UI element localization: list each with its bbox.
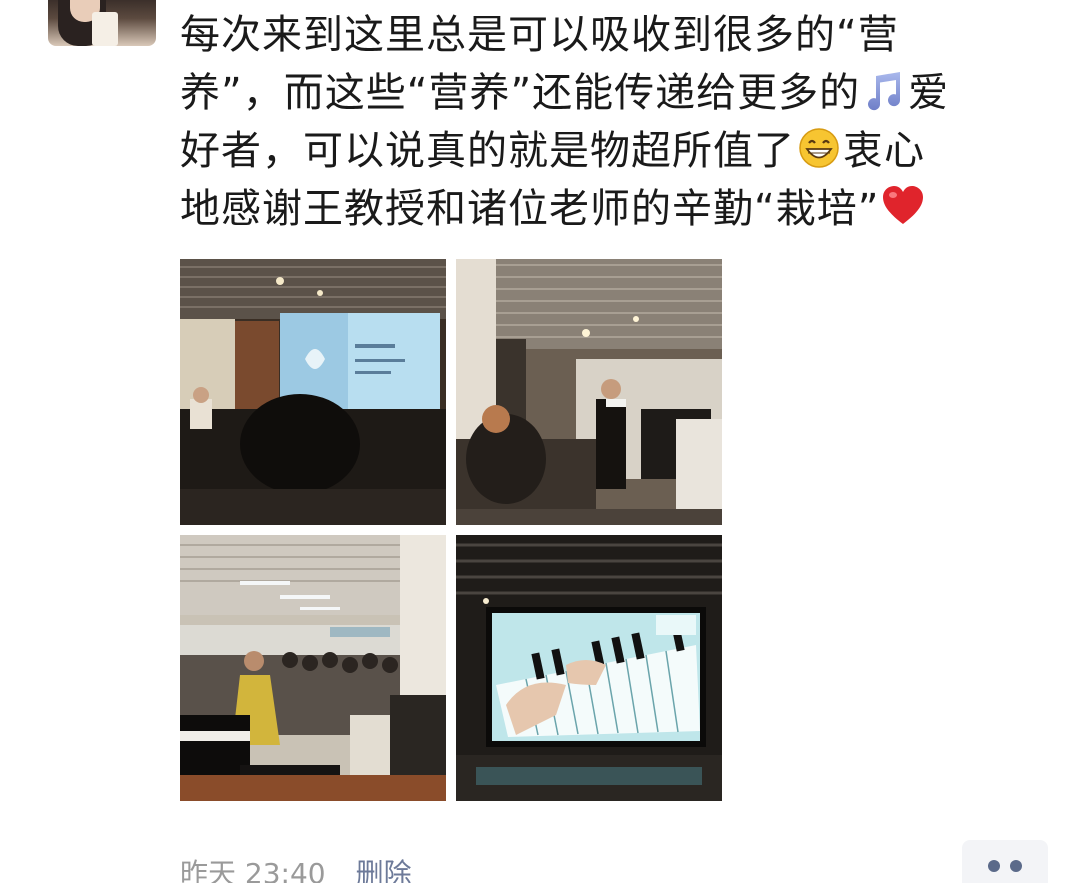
post-line-2a: 养”，而这些“营养”还能传递给更多的 (180, 70, 861, 116)
music-note-icon (868, 72, 901, 111)
more-options-button[interactable] (962, 840, 1048, 883)
post-text: 每次来到这里总是可以吸收到很多的“营 养”，而这些“营养”还能传递给更多的 爱 好… (180, 6, 1040, 238)
delete-button[interactable]: 删除 (356, 852, 412, 883)
post-line-3a: 好者，可以说真的就是物超所值了 (180, 128, 795, 174)
photo-conductor-audience[interactable] (180, 535, 446, 801)
photo-lecture-screen[interactable] (180, 259, 446, 525)
moments-post: 每次来到这里总是可以吸收到很多的“营 养”，而这些“营养”还能传递给更多的 爱 好… (0, 0, 1080, 883)
red-heart-icon (883, 186, 924, 224)
photo-conductor-audience-image (180, 535, 446, 801)
photo-grid (180, 259, 722, 801)
grinning-face-icon (799, 128, 839, 168)
post-line-1: 每次来到这里总是可以吸收到很多的“营 (180, 12, 899, 58)
post-timestamp: 昨天 23:40 (180, 857, 326, 883)
photo-stage-performer-image (456, 259, 722, 525)
photo-piano-projection[interactable] (456, 535, 722, 801)
avatar[interactable] (48, 0, 156, 46)
photo-piano-projection-image (456, 535, 722, 801)
photo-stage-performer[interactable] (456, 259, 722, 525)
avatar-cup (92, 12, 118, 46)
photo-lecture-screen-image (180, 259, 446, 525)
post-line-4: 地感谢王教授和诸位老师的辛勤“栽培” (180, 186, 880, 232)
post-line-2b: 爱 (908, 70, 950, 116)
post-footer: 昨天 23:40 删除 (180, 852, 412, 883)
more-dot-icon (1010, 860, 1022, 872)
post-line-3b: 衷心 (843, 128, 925, 174)
more-dot-icon (988, 860, 1000, 872)
